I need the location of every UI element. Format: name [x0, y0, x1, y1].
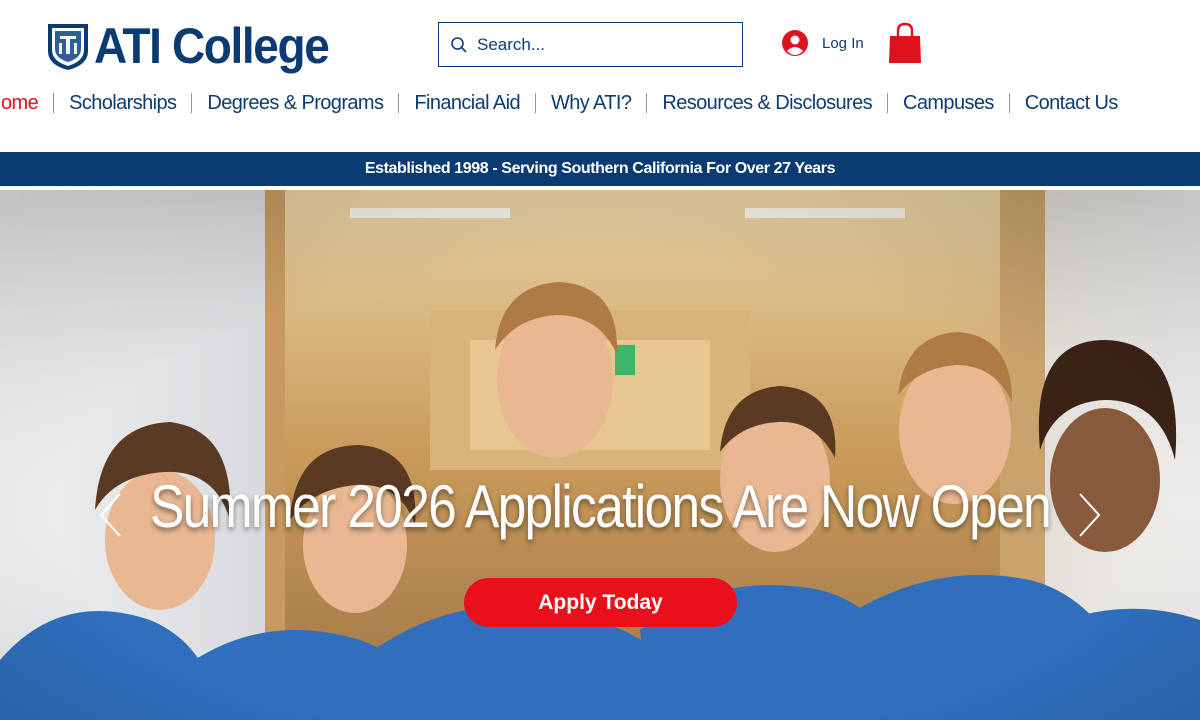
user-avatar-icon [782, 30, 808, 56]
nav-item-degrees-programs[interactable]: Degrees & Programs [192, 86, 398, 120]
nav-item-home[interactable]: ome [0, 86, 53, 120]
login-label: Log In [822, 34, 864, 52]
chevron-right-icon[interactable] [1074, 490, 1104, 540]
site-logo[interactable]: ATI College [46, 20, 349, 72]
search-box[interactable] [438, 22, 743, 67]
apply-today-button[interactable]: Apply Today [464, 578, 737, 627]
nav-item-contact-us[interactable]: Contact Us [1010, 86, 1133, 120]
nav-item-why-ati[interactable]: Why ATI? [536, 86, 646, 120]
hero-photo [0, 190, 1200, 720]
nav-item-scholarships[interactable]: Scholarships [54, 86, 191, 120]
shield-seal-icon [48, 24, 88, 70]
hero-title: Summer 2026 Applications Are Now Open [149, 473, 1052, 540]
search-input[interactable] [477, 29, 727, 60]
announcement-banner: Established 1998 - Serving Southern Cali… [0, 152, 1200, 186]
site-header: ATI College Log In ome Scholarships Degr… [0, 0, 1200, 152]
login-button[interactable]: Log In [782, 30, 864, 56]
search-icon [451, 36, 467, 53]
shopping-bag-icon[interactable] [888, 22, 922, 64]
chevron-left-icon[interactable] [96, 490, 126, 540]
nav-item-campuses[interactable]: Campuses [888, 86, 1009, 120]
logo-wordmark: ATI College [94, 18, 330, 74]
nav-item-financial-aid[interactable]: Financial Aid [399, 86, 535, 120]
main-nav: ome Scholarships Degrees & Programs Fina… [0, 86, 1133, 120]
nav-item-resources-disclosures[interactable]: Resources & Disclosures [647, 86, 887, 120]
hero-slideshow: Summer 2026 Applications Are Now Open Ap… [0, 190, 1200, 720]
